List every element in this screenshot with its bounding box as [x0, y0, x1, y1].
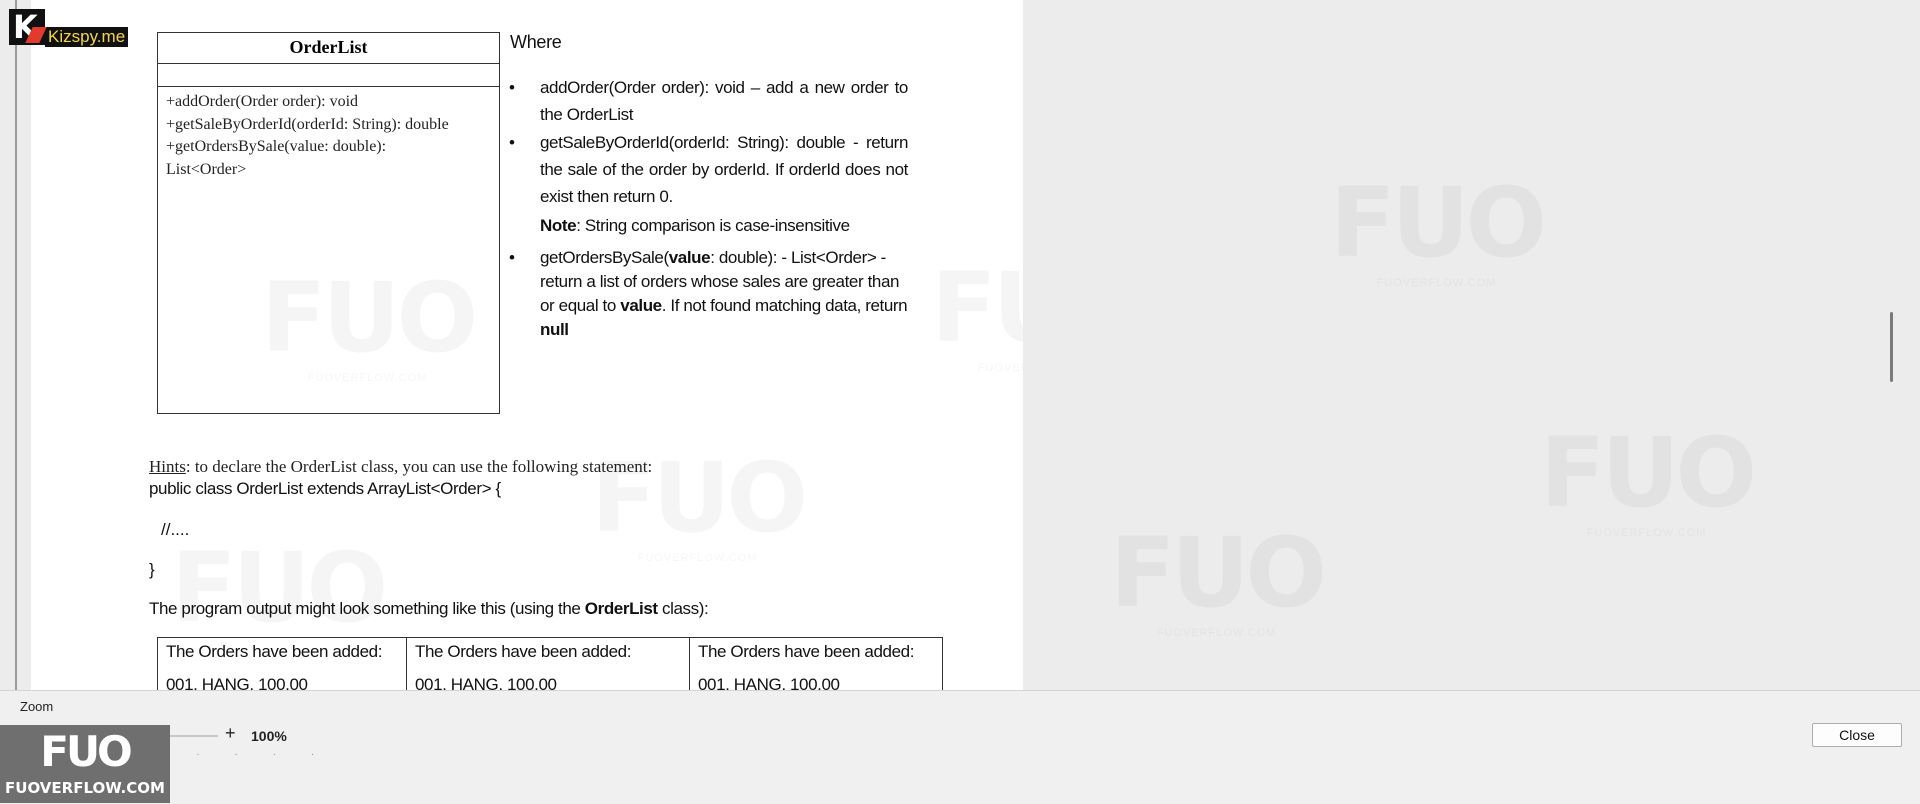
- fuo-site-text: FUOVERFLOW.COM: [5, 779, 165, 797]
- uml-class-name: OrderList: [158, 33, 499, 64]
- uml-method: List<Order>: [166, 160, 247, 178]
- uml-method: +addOrder(Order order): void: [166, 93, 359, 110]
- watermark: FUOFUOVERFLOW.COM: [1330, 175, 1547, 289]
- watermark: FUOFUOVERFLOW.COM: [931, 260, 1023, 374]
- uml-method: +getOrdersBySale(value: double):: [166, 138, 387, 155]
- zoom-toolbar: Zoom - · · · · · · · · + 100% Close: [0, 690, 1920, 804]
- output-cell: The Orders have been added: 001, HANG, 10…: [689, 637, 943, 690]
- kizspy-logo: Kizspy.me: [9, 9, 129, 47]
- fuoverflow-logo: FUO FUOVERFLOW.COM: [0, 725, 170, 803]
- desc-get-sale: getSaleByOrderId(orderId: String): doubl…: [509, 129, 908, 240]
- output-table: The Orders have been added: 001, HANG, 10…: [157, 637, 943, 690]
- zoom-label: Zoom: [20, 699, 54, 714]
- code-line: public class OrderList extends ArrayList…: [149, 479, 501, 498]
- watermark: FUOFUOVERFLOW.COM: [1110, 525, 1327, 639]
- where-heading: Where: [510, 32, 562, 52]
- uml-class-diagram: OrderList +addOrder(Order order): void +…: [157, 32, 500, 414]
- uml-method: +getSaleByOrderId(orderId: String): doub…: [166, 115, 449, 133]
- watermark: FUOFUOVERFLOW.COM: [1540, 425, 1757, 539]
- code-line: //....: [161, 520, 190, 539]
- viewer-left-border: [15, 0, 17, 690]
- note-line: Note: String comparison is case-insensit…: [540, 216, 850, 236]
- uml-methods: +addOrder(Order order): void +getSaleByO…: [158, 87, 499, 185]
- method-descriptions: addOrder(Order order): void – add a new …: [509, 74, 908, 342]
- fuo-mark: FUO: [40, 727, 133, 776]
- output-cell: The Orders have been added: 001, HANG, 10…: [157, 637, 407, 690]
- vertical-scrollbar-thumb[interactable]: [1890, 312, 1893, 382]
- code-line: }: [149, 560, 155, 579]
- kizspy-k-icon: [9, 9, 45, 45]
- desc-get-orders-by-sale: getOrdersBySale(value: double): - List<O…: [509, 246, 908, 342]
- hints-text: Hints: to declare the OrderList class, y…: [149, 457, 653, 476]
- document-viewer[interactable]: FUOFUOVERFLOW.COM FUOFUOVERFLOW.COM FUO …: [0, 0, 1920, 690]
- close-button[interactable]: Close: [1812, 723, 1902, 747]
- output-cell: The Orders have been added: 001, HANG, 10…: [406, 637, 690, 690]
- kizspy-text: Kizspy.me: [45, 27, 129, 47]
- zoom-value: 100%: [251, 728, 287, 744]
- uml-attributes: [158, 64, 499, 87]
- document-page: FUOFUOVERFLOW.COM FUOFUOVERFLOW.COM FUO …: [31, 0, 1023, 690]
- zoom-in-button[interactable]: +: [225, 723, 236, 744]
- desc-add-order: addOrder(Order order): void – add a new …: [509, 74, 908, 129]
- output-intro: The program output might look something …: [149, 599, 709, 618]
- watermark: FUO: [171, 540, 388, 636]
